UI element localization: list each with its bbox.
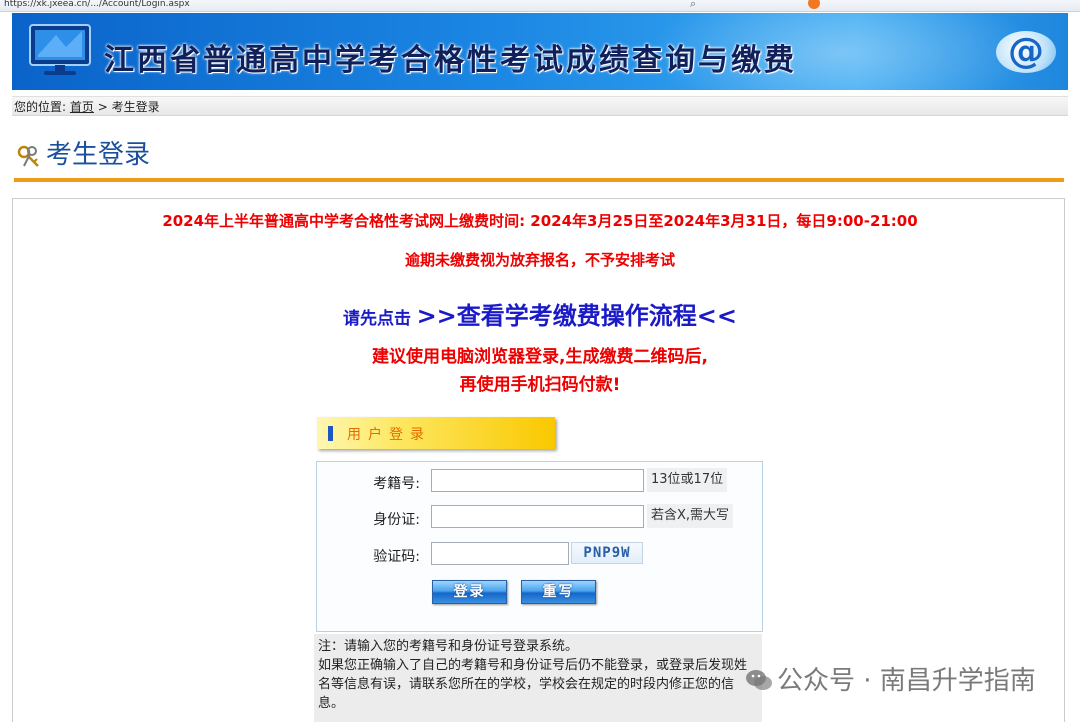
header-bar-icon — [328, 426, 333, 441]
captcha-input[interactable] — [431, 542, 569, 565]
site-banner: 江西省普通高中学考合格性考试成绩查询与缴费 @ — [12, 13, 1068, 90]
login-button[interactable]: 登录 — [432, 580, 507, 604]
exam-id-input[interactable] — [431, 469, 644, 492]
login-header-label: 用户登录 — [347, 427, 431, 443]
id-card-hint: 若含X,需大写 — [647, 504, 734, 528]
banner-title: 江西省普通高中学考合格性考试成绩查询与缴费 — [104, 43, 797, 78]
browser-toolbar: https://xk.jxeea.cn/.../Account/Login.as… — [0, 0, 1080, 12]
note-line-2: 如果您正确输入了自己的考籍号和身份证号后仍不能登录，或登录后发现姓名等信息有误，… — [318, 658, 748, 711]
captcha-label: 验证码: — [373, 549, 420, 565]
address-bar[interactable]: https://xk.jxeea.cn/.../Account/Login.as… — [0, 0, 780, 11]
payment-time-notice: 2024年上半年普通高中学考合格性考试网上缴费时间: 2024年3月25日至20… — [162, 212, 918, 230]
exam-id-hint: 13位或17位 — [647, 468, 728, 492]
breadcrumb-current: 考生登录 — [111, 100, 160, 114]
reset-button[interactable]: 重写 — [521, 580, 596, 604]
captcha-image[interactable]: PNP9W — [571, 542, 643, 564]
scan-advice-notice: 再使用手机扫码付款! — [459, 375, 621, 395]
guide-line: 请先点击 >>查看学考缴费操作流程<< — [0, 296, 1080, 331]
watermark-text: 公众号 · 南昌升学指南 — [777, 666, 1036, 696]
breadcrumb-prefix: 您的位置: — [14, 100, 67, 114]
heading-divider — [14, 178, 1064, 182]
browser-tab-icon[interactable] — [808, 0, 820, 9]
at-sign-logo-icon: @ — [996, 31, 1056, 73]
computer-monitor-icon — [29, 24, 91, 75]
breadcrumb-home-link[interactable]: 首页 — [70, 100, 94, 114]
breadcrumb-separator: > — [97, 100, 108, 114]
breadcrumb: 您的位置: 首页 > 考生登录 — [12, 96, 1068, 116]
browser-advice-notice: 建议使用电脑浏览器登录,生成缴费二维码后, — [372, 347, 708, 367]
note-line-1: 注：请输入您的考籍号和身份证号登录系统。 — [318, 639, 579, 654]
id-card-input[interactable] — [431, 505, 644, 528]
id-card-label: 身份证: — [373, 512, 420, 528]
watermark: 公众号 · 南昌升学指南 — [745, 660, 1036, 700]
login-section-header: 用户登录 — [317, 417, 555, 449]
login-note: 注：请输入您的考籍号和身份证号登录系统。 如果您正确输入了自己的考籍号和身份证号… — [314, 634, 762, 722]
search-icon[interactable]: ⌕ — [690, 0, 696, 11]
guide-prefix: 请先点击 — [342, 309, 411, 329]
exam-id-label: 考籍号: — [373, 476, 420, 492]
payment-guide-link[interactable]: >>查看学考缴费操作流程<< — [417, 302, 737, 330]
overdue-notice: 逾期未缴费视为放弃报名，不予安排考试 — [404, 251, 675, 269]
keys-icon — [17, 145, 39, 167]
page-title: 考生登录 — [46, 140, 151, 170]
wechat-icon — [746, 670, 772, 690]
